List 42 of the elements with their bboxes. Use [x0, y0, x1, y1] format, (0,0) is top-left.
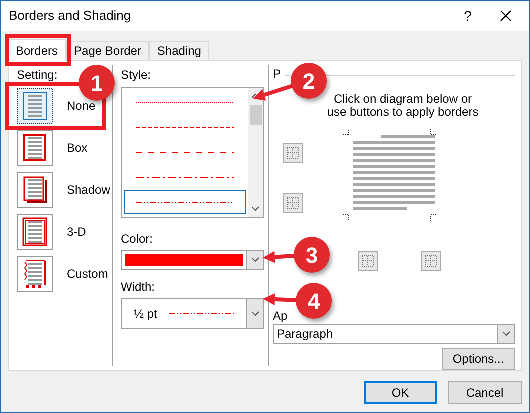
highlight-frame [5, 34, 71, 66]
setting-shadow-icon[interactable] [17, 172, 53, 208]
chevron-down-icon [250, 310, 260, 316]
setting-option[interactable]: Box [67, 139, 88, 157]
preview-description: Click on diagram below or use buttons to apply borders [326, 93, 480, 119]
tab[interactable]: Borders [8, 39, 66, 61]
setting-three-d-icon[interactable] [17, 214, 53, 250]
apply-to-label: Ap [273, 309, 288, 323]
tab[interactable]: Page Border [66, 41, 150, 60]
line-sample [169, 312, 236, 316]
scrollbar[interactable] [248, 88, 263, 217]
right-border-button[interactable] [421, 251, 441, 271]
ok-button[interactable]: OK [364, 381, 437, 404]
width-label: Width: [121, 279, 156, 296]
width-dropdown[interactable]: ½ pt [121, 298, 264, 329]
cancel-button[interactable]: Cancel [448, 381, 522, 404]
setting-option[interactable]: Shadow [67, 181, 110, 199]
setting-option[interactable]: Custom [67, 265, 108, 283]
setting-none-icon[interactable] [17, 88, 53, 124]
setting-label: Setting: [17, 67, 58, 84]
left-border-button[interactable] [358, 251, 378, 271]
setting-box-icon[interactable] [17, 130, 53, 166]
top-border-button[interactable] [283, 143, 303, 163]
setting-custom-icon[interactable] [17, 256, 53, 292]
options-button[interactable]: Options... [442, 348, 515, 370]
tab[interactable]: Shading [149, 41, 210, 60]
preview-diagram[interactable] [343, 129, 437, 221]
color-label: Color: [121, 231, 154, 248]
scroll-thumb[interactable] [250, 105, 262, 125]
setting-option[interactable]: 3-D [67, 223, 86, 241]
chevron-down-icon [502, 331, 510, 337]
scroll-down-icon[interactable] [251, 206, 260, 212]
color-dropdown[interactable] [121, 250, 264, 270]
window-title: Borders and Shading [9, 7, 132, 26]
line-style-option[interactable] [124, 190, 246, 214]
bottom-border-button[interactable] [283, 193, 303, 213]
apply-to-dropdown[interactable]: Paragraph [273, 324, 515, 344]
style-label: Style: [121, 67, 152, 84]
help-button[interactable]: ? [453, 1, 483, 31]
preview-label: P [273, 66, 282, 83]
chevron-down-icon [250, 257, 260, 263]
close-icon [500, 10, 512, 22]
